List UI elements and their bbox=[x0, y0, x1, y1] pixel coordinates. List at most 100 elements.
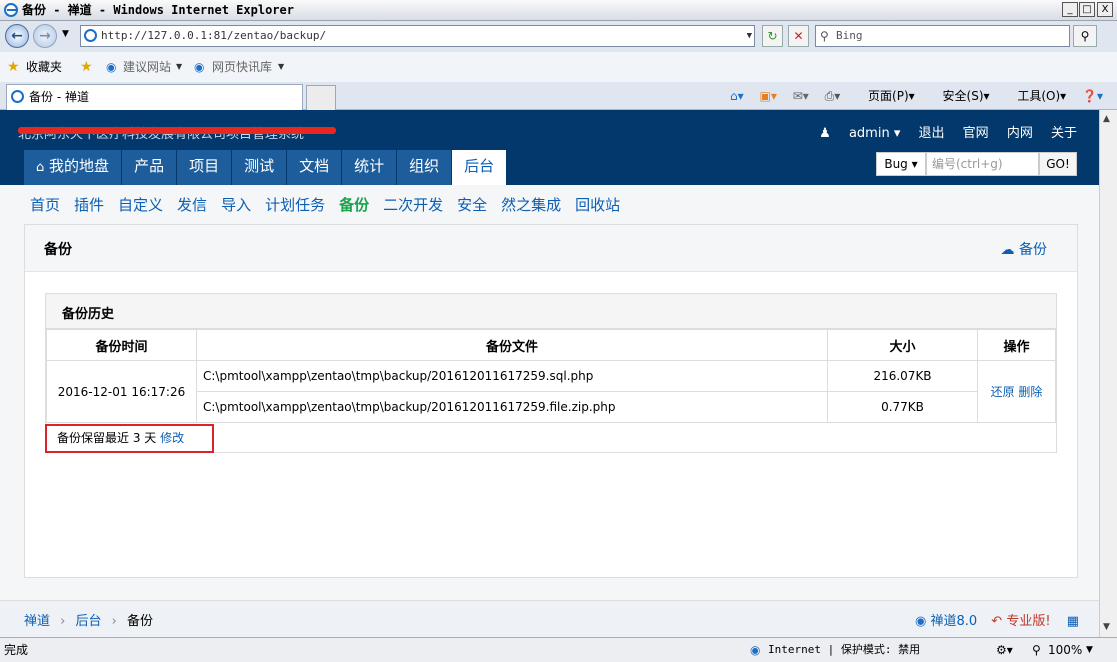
nav-qa[interactable]: 测试 bbox=[232, 150, 288, 185]
chevron-down-icon: ▼ bbox=[278, 62, 285, 71]
favorites-bar: ★ 收藏夹 ★ ◉ 建议网站 ▼ ◉ 网页快讯库 ▼ bbox=[0, 52, 1117, 82]
suggested-sites-link[interactable]: 建议网站 bbox=[123, 52, 171, 82]
back-button[interactable]: ← bbox=[5, 24, 29, 48]
nav-doc[interactable]: 文档 bbox=[287, 150, 343, 185]
subnav-safe[interactable]: 安全 bbox=[457, 196, 487, 214]
col-time: 备份时间 bbox=[46, 329, 197, 361]
breadcrumb-admin[interactable]: 后台 bbox=[76, 614, 102, 629]
subnav-trash[interactable]: 回收站 bbox=[575, 196, 620, 214]
subnav-ranzhi[interactable]: 然之集成 bbox=[501, 196, 561, 214]
address-bar[interactable]: http://127.0.0.1:81/zentao/backup/ ▼ bbox=[80, 25, 755, 47]
address-dropdown-icon[interactable]: ▼ bbox=[747, 26, 752, 46]
tools-menu[interactable]: 工具(O)▾ bbox=[1005, 89, 1066, 103]
nav-report[interactable]: 统计 bbox=[342, 150, 398, 185]
top-links: ♟ admin ▾ 退出 官网 内网 关于 bbox=[805, 122, 1077, 141]
web-slice-gallery-link[interactable]: 网页快讯库 bbox=[212, 52, 272, 82]
protected-mode-icon[interactable]: ⚙▾ bbox=[996, 638, 1013, 662]
logout-link[interactable]: 退出 bbox=[919, 126, 945, 141]
backup-button[interactable]: ☁ 备份 bbox=[1001, 239, 1047, 259]
tab-favicon-icon bbox=[11, 90, 24, 103]
page-icon bbox=[84, 29, 97, 42]
command-bar: ⌂▾ ▣▾ ✉▾ ⎙▾ 页面(P)▾ 安全(S)▾ 工具(O)▾ ❓▾ bbox=[718, 87, 1103, 104]
security-zone: Internet | 保护模式: 禁用 bbox=[768, 643, 921, 656]
breadcrumb-home[interactable]: 禅道 bbox=[24, 614, 50, 629]
modify-retention-link[interactable]: 修改 bbox=[160, 431, 184, 445]
browser-tab-active[interactable]: 备份 - 禅道 bbox=[6, 84, 303, 110]
zoom-level[interactable]: 100% bbox=[1048, 638, 1082, 662]
forward-button[interactable]: → bbox=[33, 24, 57, 48]
retention-text: 备份保留最近 3 天 bbox=[57, 431, 157, 445]
chevron-right-icon: › bbox=[111, 614, 117, 629]
search-input[interactable]: ⚲ Bing bbox=[815, 25, 1070, 47]
vertical-scrollbar[interactable]: ▲ ▼ bbox=[1099, 110, 1117, 637]
nav-admin[interactable]: 后台 bbox=[452, 150, 508, 185]
col-file: 备份文件 bbox=[196, 329, 828, 361]
zentao-logo-icon: ◉ bbox=[914, 614, 927, 629]
refresh-button[interactable]: ↻ bbox=[762, 25, 783, 47]
scroll-up-icon[interactable]: ▲ bbox=[1103, 114, 1110, 124]
zoom-icon: ⚲ bbox=[1032, 643, 1041, 657]
history-dropdown-icon[interactable]: ▼ bbox=[62, 29, 69, 39]
home-icon: ⌂ bbox=[36, 160, 45, 175]
user-menu[interactable]: ♟ admin ▾ bbox=[819, 126, 900, 141]
nav-product[interactable]: 产品 bbox=[122, 150, 178, 185]
print-icon[interactable]: ⎙▾ bbox=[825, 89, 841, 103]
scroll-down-icon[interactable]: ▼ bbox=[1103, 622, 1110, 632]
subnav-dev[interactable]: 二次开发 bbox=[383, 196, 443, 214]
subnav-backup[interactable]: 备份 bbox=[339, 196, 369, 214]
official-site-link[interactable]: 官网 bbox=[963, 126, 989, 141]
page-viewport: 北京阿东天下医疗科技发展有限公司项目管理系统 ♟ admin ▾ 退出 官网 内… bbox=[0, 110, 1099, 637]
subnav-extension[interactable]: 插件 bbox=[74, 196, 104, 214]
search-go-button[interactable]: ⚲ bbox=[1073, 25, 1097, 47]
minimize-button[interactable]: _ bbox=[1062, 2, 1078, 17]
nav-project[interactable]: 项目 bbox=[177, 150, 233, 185]
delete-link[interactable]: 删除 bbox=[1018, 385, 1042, 399]
main-nav: ⌂ 我的地盘 产品 项目 测试 文档 统计 组织 后台 bbox=[24, 150, 508, 185]
subnav-custom[interactable]: 自定义 bbox=[118, 196, 163, 214]
favorites-button[interactable]: 收藏夹 bbox=[26, 52, 62, 82]
intranet-link[interactable]: 内网 bbox=[1007, 126, 1033, 141]
address-url: http://127.0.0.1:81/zentao/backup/ bbox=[101, 29, 327, 42]
maximize-button[interactable]: □ bbox=[1079, 2, 1095, 17]
nav-company[interactable]: 组织 bbox=[397, 150, 453, 185]
close-window-button[interactable]: X bbox=[1097, 2, 1113, 17]
footer: 禅道 › 后台 › 备份 ◉ 禅道8.0 ↶ 专业版! ▦ bbox=[0, 600, 1099, 637]
history-title: 备份历史 bbox=[62, 307, 115, 322]
cloud-icon: ☁ bbox=[1000, 242, 1015, 258]
qrcode-icon[interactable]: ▦ bbox=[1067, 614, 1079, 629]
object-id-input[interactable]: 编号(ctrl+g) bbox=[926, 152, 1039, 176]
backup-actions: 还原 删除 bbox=[977, 360, 1056, 423]
nav-my[interactable]: ⌂ 我的地盘 bbox=[24, 150, 123, 185]
help-icon[interactable]: ❓▾ bbox=[1082, 89, 1103, 103]
safety-menu[interactable]: 安全(S)▾ bbox=[931, 89, 990, 103]
new-tab-button[interactable] bbox=[306, 85, 336, 110]
subnav-convert[interactable]: 导入 bbox=[221, 196, 251, 214]
backup-table: 备份时间 备份文件 大小 操作 2016-12-01 16:17:26 C:\p… bbox=[46, 329, 1056, 423]
page-menu[interactable]: 页面(P)▾ bbox=[856, 89, 915, 103]
zoom-dropdown-icon[interactable]: ▼ bbox=[1086, 638, 1093, 662]
stop-button[interactable]: ✕ bbox=[788, 25, 809, 47]
chevron-right-icon: › bbox=[60, 614, 66, 629]
internet-zone-icon: ◉ bbox=[750, 643, 761, 657]
subnav-index[interactable]: 首页 bbox=[30, 196, 60, 214]
restore-link[interactable]: 还原 bbox=[991, 385, 1015, 399]
search-icon: ⚲ bbox=[820, 29, 829, 43]
version-link[interactable]: 禅道8.0 bbox=[930, 614, 977, 629]
search-type-select[interactable]: Bug ▾ bbox=[876, 152, 926, 176]
redaction-mark bbox=[18, 127, 336, 134]
subnav-cron[interactable]: 计划任务 bbox=[265, 196, 325, 214]
home-icon[interactable]: ⌂▾ bbox=[730, 89, 744, 103]
col-size: 大小 bbox=[827, 329, 978, 361]
status-text: 完成 bbox=[4, 643, 29, 657]
search-placeholder: Bing bbox=[836, 29, 863, 42]
about-link[interactable]: 关于 bbox=[1051, 126, 1077, 141]
add-favorite-icon[interactable]: ★ bbox=[80, 52, 93, 82]
pro-link[interactable]: 专业版! bbox=[1006, 614, 1050, 629]
feeds-icon[interactable]: ▣▾ bbox=[759, 89, 776, 103]
col-action: 操作 bbox=[977, 329, 1056, 361]
go-button[interactable]: GO! bbox=[1039, 152, 1077, 176]
ie-logo-icon bbox=[4, 3, 18, 17]
backup-size: 216.07KB bbox=[827, 360, 978, 392]
mail-icon[interactable]: ✉▾ bbox=[793, 89, 809, 103]
subnav-mail[interactable]: 发信 bbox=[177, 196, 207, 214]
